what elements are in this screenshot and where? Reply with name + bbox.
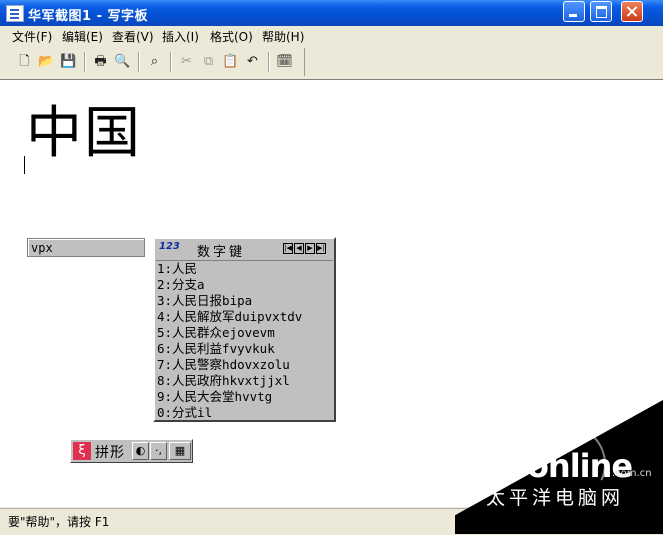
candidate-header: 123 数字键 |◀ ◀ ▶ ▶|	[155, 239, 334, 260]
next-page-button[interactable]: ▶	[305, 243, 315, 254]
undo-icon[interactable]: ↶	[244, 53, 261, 70]
maximize-button[interactable]	[590, 1, 612, 22]
first-page-button[interactable]: |◀	[283, 243, 293, 254]
ime-logo-icon[interactable]: ξ	[73, 442, 91, 460]
wordpad-icon[interactable]	[6, 5, 24, 22]
toolbar-separator	[268, 52, 269, 72]
paste-icon[interactable]: 📋	[222, 53, 239, 70]
title-bar[interactable]: 华军截图1 - 写字板	[0, 0, 663, 26]
save-icon[interactable]: 💾	[60, 53, 77, 70]
document-text[interactable]: 中国	[26, 88, 142, 169]
watermark-domain: .com.cn	[612, 468, 652, 479]
status-text: 要"帮助"，请按 F1	[8, 515, 110, 529]
ime-composition-box: vpx	[27, 238, 145, 257]
soft-keyboard-icon[interactable]: ▦	[169, 442, 191, 460]
insert-datetime-icon[interactable]: 🗓	[276, 53, 293, 70]
menu-view[interactable]: 查看(V)	[112, 28, 154, 45]
toolbar-separator	[170, 52, 171, 72]
candidate-item[interactable]: 0:分式il	[157, 405, 212, 421]
fullwidth-toggle-icon[interactable]: ◐	[132, 442, 149, 460]
candidate-list: 1:人民 2:分支a 3:人民日报bipa 4:人民解放军duipvxtdv 5…	[156, 260, 333, 421]
candidate-item[interactable]: 4:人民解放军duipvxtdv	[157, 309, 302, 325]
watermark-logo: PConline	[482, 447, 633, 485]
candidate-item[interactable]: 9:人民大会堂hvvtg	[157, 389, 272, 405]
menu-edit[interactable]: 编辑(E)	[62, 28, 103, 45]
candidate-logo: 123	[159, 241, 180, 252]
copy-icon[interactable]: ⧉	[200, 53, 217, 70]
menu-bar: 文件(F) 编辑(E) 查看(V) 插入(I) 格式(O) 帮助(H)	[0, 26, 663, 46]
text-caret	[24, 156, 25, 174]
prev-page-button[interactable]: ◀	[294, 243, 304, 254]
menu-format[interactable]: 格式(O)	[210, 28, 253, 45]
watermark-chinese: 太平洋电脑网	[486, 487, 625, 509]
punctuation-toggle-icon[interactable]: ·,	[150, 442, 167, 460]
print-icon[interactable]: 🖶	[92, 53, 109, 70]
ime-candidate-window: 123 数字键 |◀ ◀ ▶ ▶| 1:人民 2:分支a 3:人民日报bipa …	[153, 237, 336, 422]
wordpad-window: 华军截图1 - 写字板 文件(F) 编辑(E) 查看(V) 插入(I) 格式(O…	[0, 0, 663, 535]
last-page-button[interactable]: ▶|	[316, 243, 326, 254]
candidate-item[interactable]: 6:人民利益fvyvkuk	[157, 341, 275, 357]
candidate-item[interactable]: 7:人民警察hdovxzolu	[157, 357, 290, 373]
candidate-title: 数字键	[197, 245, 246, 260]
window-title: 华军截图1 - 写字板	[28, 9, 148, 24]
candidate-item[interactable]: 5:人民群众ejovevm	[157, 325, 275, 341]
toolbar-separator	[138, 52, 139, 72]
menu-help[interactable]: 帮助(H)	[262, 28, 304, 45]
print-preview-icon[interactable]: 🔍	[114, 53, 131, 70]
open-icon[interactable]: 📂	[38, 53, 55, 70]
find-icon[interactable]: ⌕	[146, 53, 163, 70]
candidate-item[interactable]: 2:分支a	[157, 277, 205, 293]
menu-file[interactable]: 文件(F)	[12, 28, 52, 45]
close-button[interactable]	[621, 1, 643, 22]
candidate-item[interactable]: 1:人民	[157, 261, 197, 277]
candidate-item[interactable]: 3:人民日报bipa	[157, 293, 252, 309]
toolbar: 🗋 📂 💾 🖶 🔍 ⌕ ✂ ⧉ 📋 ↶ 🗓	[2, 48, 305, 76]
minimize-button[interactable]	[563, 1, 585, 22]
new-icon[interactable]: 🗋	[16, 53, 33, 70]
menu-insert[interactable]: 插入(I)	[162, 28, 199, 45]
candidate-item[interactable]: 8:人民政府hkvxtjjxl	[157, 373, 290, 389]
ime-status-bar: ξ 拼形 ◐ ·, ▦	[70, 439, 193, 463]
toolbar-separator	[84, 52, 85, 72]
cut-icon[interactable]: ✂	[178, 53, 195, 70]
ime-mode-label[interactable]: 拼形	[95, 442, 125, 462]
